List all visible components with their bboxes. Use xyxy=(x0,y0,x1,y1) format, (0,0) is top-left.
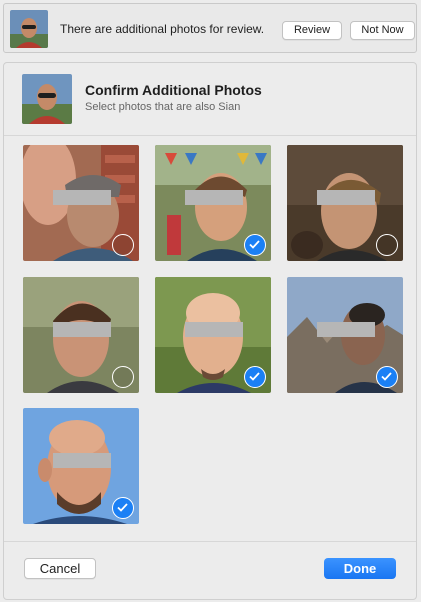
review-notification-banner: There are additional photos for review. … xyxy=(3,3,417,53)
selection-circle-icon[interactable] xyxy=(112,234,134,256)
person-avatar-icon xyxy=(22,74,72,124)
notification-text: There are additional photos for review. xyxy=(60,22,265,36)
checkmark-selected-icon[interactable] xyxy=(376,366,398,388)
photo-thumbnail[interactable] xyxy=(155,277,271,393)
dialog-subtitle: Select photos that are also Sian xyxy=(85,101,241,113)
selection-circle-icon[interactable] xyxy=(376,234,398,256)
footer-divider xyxy=(4,541,416,542)
not-now-button[interactable]: Not Now xyxy=(350,21,415,40)
checkmark-selected-icon[interactable] xyxy=(112,497,134,519)
photo-thumbnail[interactable] xyxy=(23,145,139,261)
photo-thumbnail[interactable] xyxy=(155,145,271,261)
header-divider xyxy=(4,135,416,136)
photo-thumbnail[interactable] xyxy=(287,145,403,261)
person-thumbnail-icon xyxy=(10,10,48,48)
confirm-photos-dialog: Confirm Additional Photos Select photos … xyxy=(3,62,417,600)
cancel-button[interactable]: Cancel xyxy=(24,558,96,579)
checkmark-selected-icon[interactable] xyxy=(244,234,266,256)
photo-thumbnail[interactable] xyxy=(287,277,403,393)
dialog-title: Confirm Additional Photos xyxy=(85,82,262,98)
redaction-bar xyxy=(53,453,111,468)
review-button[interactable]: Review xyxy=(282,21,342,40)
redaction-bar xyxy=(53,190,111,205)
redaction-bar xyxy=(185,190,243,205)
redaction-bar xyxy=(185,322,243,337)
redaction-bar xyxy=(317,322,375,337)
redaction-bar xyxy=(53,322,111,337)
selection-circle-icon[interactable] xyxy=(112,366,134,388)
checkmark-selected-icon[interactable] xyxy=(244,366,266,388)
done-button[interactable]: Done xyxy=(324,558,396,579)
photo-thumbnail[interactable] xyxy=(23,277,139,393)
photo-thumbnail[interactable] xyxy=(23,408,139,524)
redaction-bar xyxy=(317,190,375,205)
